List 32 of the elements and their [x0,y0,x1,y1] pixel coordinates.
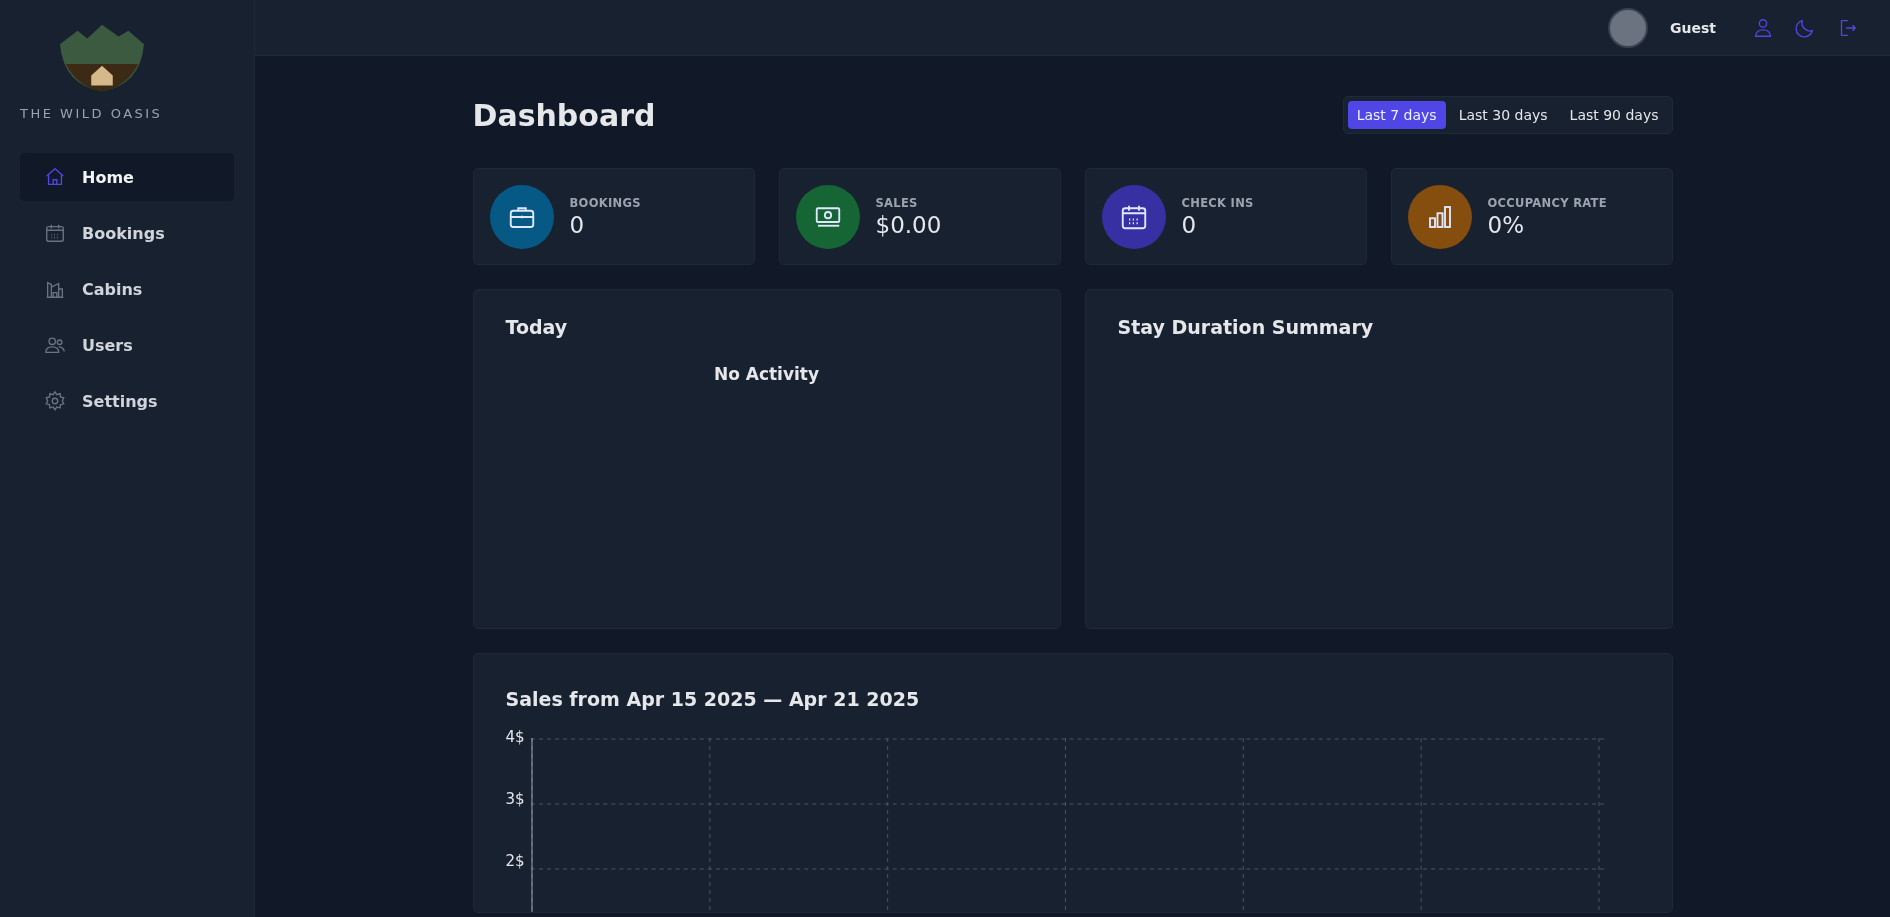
stat-value: $0.00 [875,211,942,238]
stat-label: CHECK INS [1181,195,1254,210]
panel-title: Today [505,316,569,338]
filter-button[interactable]: Last 90 days [1560,101,1668,129]
page-title: Dashboard [472,97,656,133]
user-name: Guest [1670,19,1716,36]
calendar-icon [44,222,66,244]
user-icon [1752,16,1774,39]
stat-value: 0 [569,211,586,238]
stat-value: 0% [1487,211,1525,238]
stat-label: SALES [875,195,919,210]
avatar [1608,7,1648,48]
brand-name: THE WILD OASIS [20,106,163,121]
y-axis-label: 3$ [505,790,525,808]
stat-label: BOOKINGS [569,195,641,210]
nav-item[interactable]: Users [20,321,234,369]
filter-button[interactable]: Last 30 days [1449,101,1557,129]
empty-message: No Activity [712,364,821,384]
nav-item[interactable]: Home [20,153,234,201]
users-icon [44,334,66,356]
stat-value: 0 [1181,211,1198,238]
nav-item[interactable]: Bookings [20,209,234,257]
panel-title: Stay Duration Summary [1117,316,1375,338]
panel-title: Sales from Apr 15 2025 — Apr 21 2025 [505,688,921,710]
settings-icon [44,390,66,412]
y-axis-label: 2$ [505,852,525,870]
nav-item[interactable]: Settings [20,377,234,425]
filter-button[interactable]: Last 7 days [1347,101,1446,129]
stat-label: OCCUPANCY RATE [1487,195,1607,210]
home-icon [44,166,66,188]
nav-item[interactable]: Cabins [20,265,234,313]
y-axis-label: 4$ [505,728,525,746]
